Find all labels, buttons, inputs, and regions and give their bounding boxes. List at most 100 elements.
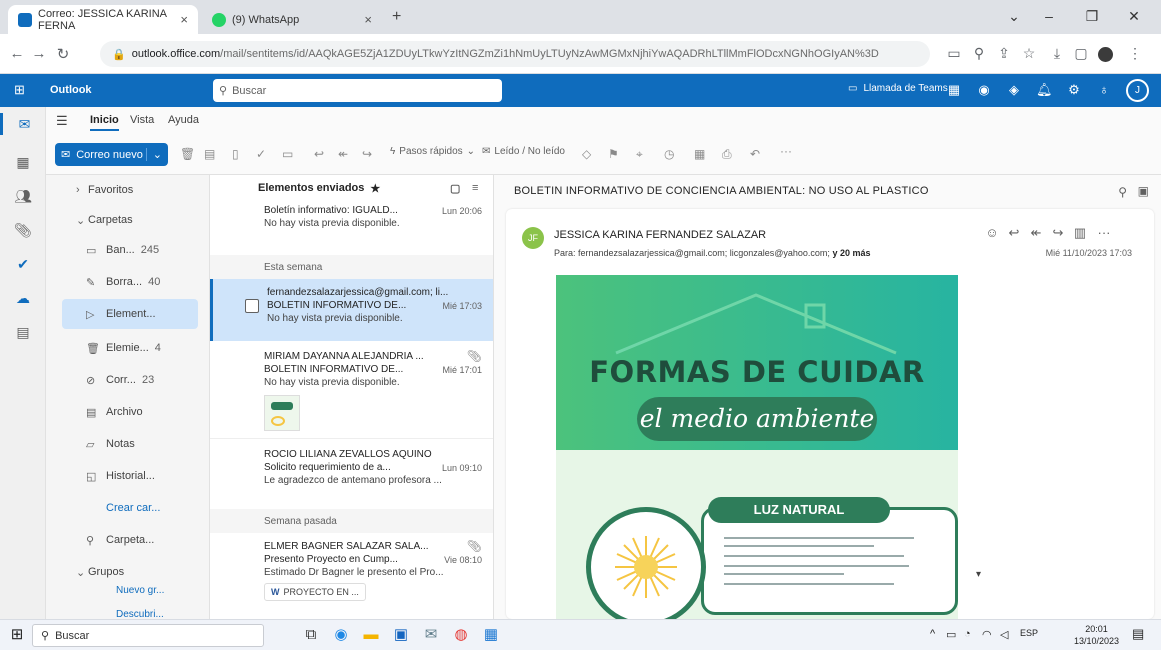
- settings-gear-icon[interactable]: ⚙: [1066, 82, 1082, 98]
- task-view-icon[interactable]: ⧉: [300, 625, 322, 645]
- folder-deleted[interactable]: 🗑︎ Elemie... 4: [46, 333, 206, 363]
- rules-icon[interactable]: ▦: [694, 147, 705, 161]
- help-lightbulb-icon[interactable]: ♁: [1096, 82, 1112, 97]
- more-options-button[interactable]: ···: [780, 144, 792, 158]
- file-explorer-icon[interactable]: ▬: [360, 625, 382, 645]
- photos-icon[interactable]: ▦: [480, 625, 502, 645]
- tab-whatsapp[interactable]: (9) WhatsApp ×: [202, 5, 382, 34]
- folder-archive[interactable]: ▤ Archivo: [46, 397, 206, 427]
- flag-icon[interactable]: ⚑: [608, 147, 619, 161]
- forward-mail-icon[interactable]: ↪: [362, 147, 372, 161]
- select-icon[interactable]: ▢: [450, 182, 460, 195]
- account-avatar-icon[interactable]: J: [1126, 79, 1149, 102]
- download-icon[interactable]: ⤓: [1048, 45, 1066, 62]
- tray-wifi-icon[interactable]: ◠: [982, 628, 992, 641]
- sweep-icon[interactable]: ✓: [256, 147, 266, 161]
- new-tab-button[interactable]: +: [392, 8, 401, 26]
- folder-inbox[interactable]: ▭ Ban... 245: [46, 235, 206, 265]
- reaction-icon[interactable]: ☺: [984, 225, 1000, 240]
- undo-icon[interactable]: ↶: [750, 147, 760, 161]
- archive-icon[interactable]: ▤: [204, 147, 215, 161]
- create-folder-link[interactable]: Crear car...: [46, 493, 206, 523]
- minimize-button[interactable]: –: [1035, 6, 1063, 26]
- sender-name[interactable]: JESSICA KARINA FERNANDEZ SALAZAR: [554, 229, 766, 241]
- store-icon[interactable]: ▣: [390, 625, 412, 645]
- language-indicator[interactable]: ESP: [1020, 628, 1038, 638]
- chrome-icon[interactable]: ◍: [450, 625, 472, 645]
- tag-icon[interactable]: ◇: [582, 147, 591, 161]
- folder-sent[interactable]: ▷ Element...: [62, 299, 198, 329]
- new-mail-button[interactable]: ✉ Correo nuevo ⌄: [55, 143, 168, 166]
- favorite-star-icon[interactable]: ★: [370, 182, 380, 195]
- people-app-icon[interactable]: 👥︎: [12, 185, 34, 207]
- pin-icon[interactable]: ⌖: [636, 147, 643, 162]
- taskbar-search-input[interactable]: ⚲ Buscar: [32, 624, 264, 647]
- calendar-icon[interactable]: ▦: [946, 82, 962, 98]
- calendar-app-icon[interactable]: ▦: [12, 151, 34, 173]
- profile-icon[interactable]: [1096, 45, 1114, 62]
- todo-app-icon[interactable]: ✔: [12, 253, 34, 275]
- favorites-group[interactable]: › Favoritos: [46, 175, 206, 205]
- folder-notes[interactable]: ▱ Notas: [46, 429, 206, 459]
- tab-vista[interactable]: Vista: [130, 114, 154, 126]
- tab-outlook[interactable]: Correo: JESSICA KARINA FERNA ×: [8, 5, 198, 34]
- list-item[interactable]: Boletín informativo: IGUALD... Lun 20:06…: [210, 201, 493, 239]
- scroll-down-icon[interactable]: ▾: [976, 569, 981, 580]
- attachment-chip[interactable]: W PROYECTO EN ...: [264, 583, 366, 601]
- folder-history[interactable]: ◱ Historial...: [46, 461, 206, 491]
- print-icon[interactable]: ⎙: [722, 147, 732, 162]
- snooze-icon[interactable]: ◷: [664, 147, 674, 161]
- bookmark-star-icon[interactable]: ☆: [1020, 45, 1038, 62]
- reply-icon[interactable]: ↩: [314, 147, 324, 161]
- folders-group[interactable]: ⌄ Carpetas: [46, 205, 206, 235]
- more-apps-icon[interactable]: ▤: [12, 321, 34, 343]
- sender-avatar[interactable]: JF: [522, 227, 544, 249]
- tray-network-icon[interactable]: ◔: [964, 628, 971, 640]
- immersive-reader-icon[interactable]: ▣: [1138, 184, 1149, 198]
- app-launcher-icon[interactable]: ⊞: [14, 82, 25, 98]
- hamburger-icon[interactable]: ☰: [56, 113, 68, 129]
- folder-drafts[interactable]: ✎ Borra... 40: [46, 267, 206, 297]
- reply-icon[interactable]: ↩: [1006, 225, 1022, 241]
- mail-app-icon[interactable]: ✉: [0, 113, 46, 135]
- mail-icon[interactable]: ✉: [420, 625, 442, 645]
- zoom-icon[interactable]: ⚲: [970, 45, 988, 62]
- tab-ayuda[interactable]: Ayuda: [168, 114, 199, 126]
- view-icon[interactable]: ▥: [1072, 225, 1088, 241]
- windows-start-icon[interactable]: ⊞: [6, 625, 28, 645]
- url-field[interactable]: 🔒 outlook.office.com /mail/sentitems/id/…: [100, 41, 930, 67]
- recipients[interactable]: Para: fernandezsalazarjessica@gmail.com;…: [554, 248, 870, 258]
- list-item[interactable]: MIRIAM DAYANNA ALEJANDRIA ... 📎︎ BOLETIN…: [210, 343, 493, 439]
- read-unread-button[interactable]: ✉ Leído / No leído: [482, 146, 565, 157]
- attachment-thumbnail[interactable]: [264, 395, 300, 431]
- quick-steps-button[interactable]: ϟ Pasos rápidos ⌄: [390, 146, 475, 157]
- share-icon[interactable]: ⇪: [995, 45, 1013, 62]
- message-checkbox[interactable]: [245, 299, 259, 313]
- tips-icon[interactable]: ◈: [1006, 82, 1022, 98]
- back-icon[interactable]: ←: [8, 45, 26, 62]
- list-item[interactable]: ELMER BAGNER SALAZAR SALA... 📎︎ Presento…: [210, 533, 493, 619]
- search-folders-item[interactable]: ⚲ Carpeta...: [46, 525, 206, 555]
- taskbar-clock[interactable]: 20:01 13/10/2023: [1074, 623, 1119, 647]
- reply-all-icon[interactable]: ↞: [1028, 225, 1044, 241]
- tray-volume-icon[interactable]: ◁: [1000, 628, 1008, 641]
- onedrive-app-icon[interactable]: ☁: [12, 287, 34, 309]
- notification-center-icon[interactable]: ▤: [1132, 626, 1144, 642]
- files-app-icon[interactable]: 📎︎: [12, 219, 34, 241]
- move-to-icon[interactable]: ▭: [282, 147, 293, 161]
- notification-bell-icon[interactable]: 🔔︎: [1036, 82, 1053, 98]
- edge-icon[interactable]: ◉: [330, 625, 352, 645]
- filter-icon[interactable]: ≡: [472, 182, 478, 194]
- tray-battery-icon[interactable]: ▭: [946, 628, 956, 641]
- reply-all-icon[interactable]: ↞: [338, 147, 348, 161]
- close-tab-icon[interactable]: ×: [364, 12, 372, 27]
- teams-call-button[interactable]: ▭ Llamada de Teams: [848, 83, 948, 94]
- chevron-down-icon[interactable]: ⌄: [145, 148, 168, 161]
- maximize-button[interactable]: ❐: [1078, 6, 1106, 26]
- list-item[interactable]: fernandezsalazarjessica@gmail.com; li...…: [210, 279, 493, 341]
- list-item[interactable]: ROCIO LILIANA ZEVALLOS AQUINO Solicito r…: [210, 441, 493, 501]
- search-input[interactable]: ⚲ Buscar: [213, 79, 502, 102]
- tray-chevron-icon[interactable]: ^: [930, 628, 935, 640]
- delete-icon[interactable]: 🗑︎: [180, 147, 195, 161]
- reload-icon[interactable]: ↻: [54, 45, 72, 63]
